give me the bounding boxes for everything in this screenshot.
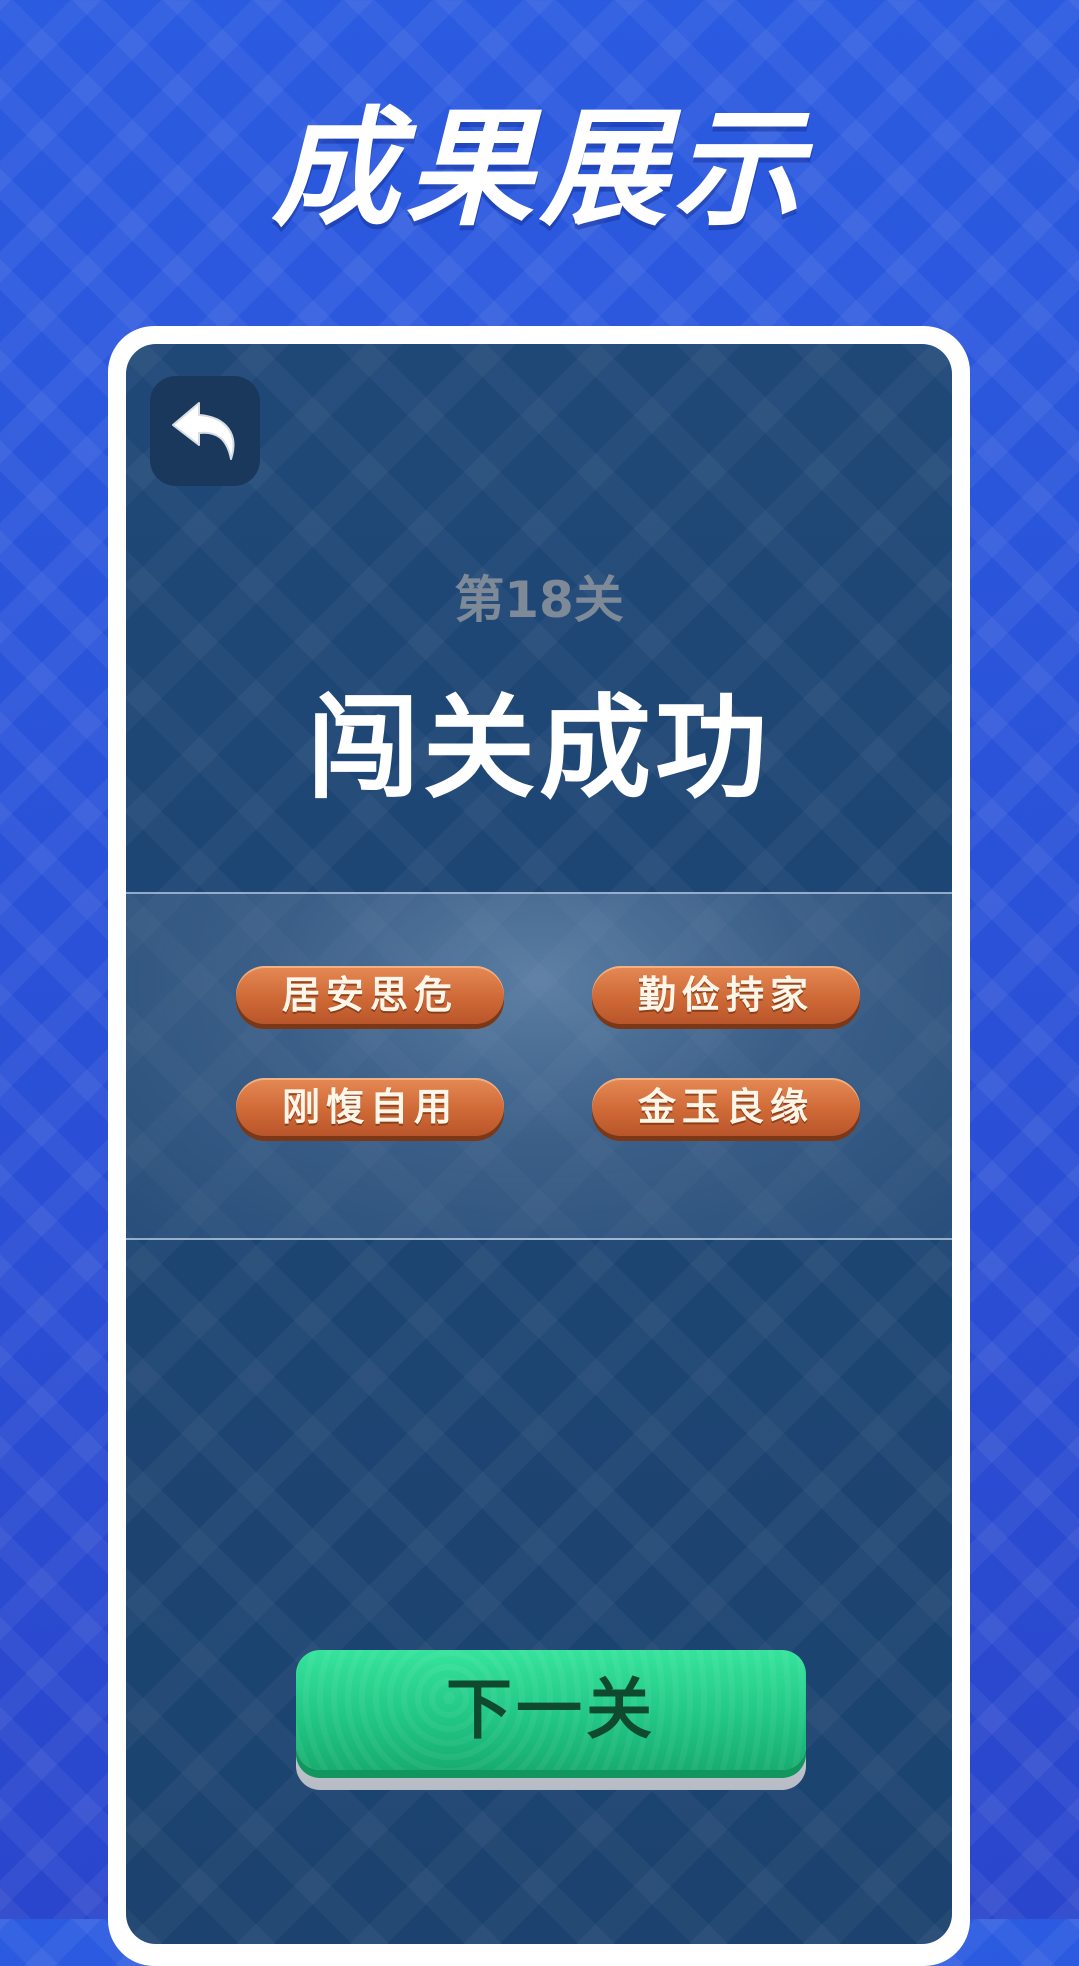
idiom-tag: 金玉良缘 — [592, 1078, 860, 1136]
idiom-tag: 刚愎自用 — [236, 1078, 504, 1136]
back-button[interactable] — [150, 376, 260, 486]
next-button-label: 下一关 — [446, 1671, 656, 1748]
promo-headline: 成果展示 — [271, 95, 808, 244]
success-title: 闯关成功 — [307, 684, 771, 814]
idiom-tag: 勤俭持家 — [592, 966, 860, 1024]
idiom-panel: 居安思危 勤俭持家 刚愎自用 金玉良缘 — [126, 892, 952, 1240]
idiom-tag: 居安思危 — [236, 966, 504, 1024]
level-label: 第18关 — [454, 571, 624, 629]
game-screen: 第18关 闯关成功 居安思危 勤俭持家 刚愎自用 金玉良缘 下一关 — [126, 344, 952, 1944]
back-arrow-icon — [172, 402, 235, 460]
next-level-button[interactable]: 下一关 — [296, 1650, 806, 1790]
